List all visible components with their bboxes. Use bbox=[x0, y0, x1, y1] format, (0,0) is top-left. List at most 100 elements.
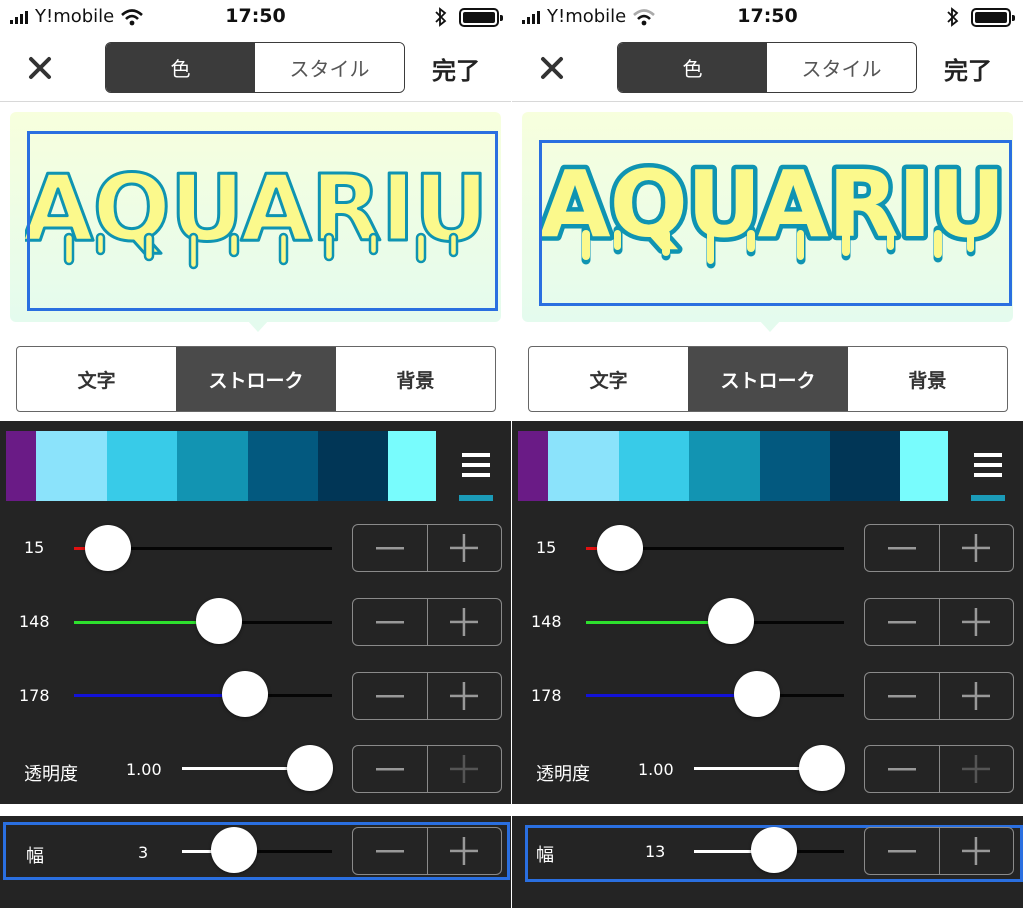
close-icon[interactable] bbox=[26, 54, 54, 82]
decrement-button[interactable] bbox=[353, 828, 428, 874]
tab-color[interactable]: 色 bbox=[618, 43, 767, 92]
nav-bar: 色 スタイル 完了 bbox=[0, 34, 511, 102]
done-button[interactable]: 完了 bbox=[944, 51, 992, 86]
red-value: 15 bbox=[536, 538, 557, 557]
swatch[interactable] bbox=[830, 431, 900, 501]
increment-button[interactable] bbox=[428, 525, 502, 571]
decrement-button[interactable] bbox=[353, 746, 428, 792]
swatch[interactable] bbox=[318, 431, 388, 501]
selection-frame bbox=[539, 140, 1012, 306]
tab-text[interactable]: 文字 bbox=[17, 347, 176, 411]
width-stepper bbox=[864, 827, 1014, 875]
width-stepper bbox=[352, 827, 502, 875]
blue-stepper bbox=[864, 672, 1014, 720]
swatch[interactable] bbox=[388, 431, 436, 501]
battery-icon bbox=[971, 8, 1015, 27]
swatch[interactable] bbox=[107, 431, 177, 501]
increment-button[interactable] bbox=[428, 599, 502, 645]
red-slider-thumb[interactable] bbox=[85, 525, 131, 571]
preview-pointer bbox=[247, 320, 269, 332]
swatch[interactable] bbox=[760, 431, 830, 501]
swatch[interactable] bbox=[518, 431, 548, 501]
increment-button[interactable] bbox=[428, 746, 502, 792]
hamburger-icon[interactable] bbox=[459, 453, 493, 501]
decrement-button[interactable] bbox=[865, 746, 940, 792]
minus-icon bbox=[375, 695, 404, 698]
blue-value: 178 bbox=[531, 686, 562, 705]
opacity-slider-thumb[interactable] bbox=[799, 745, 845, 791]
swatch[interactable] bbox=[6, 431, 36, 501]
decrement-button[interactable] bbox=[353, 673, 428, 719]
minus-icon bbox=[887, 621, 916, 624]
increment-button[interactable] bbox=[940, 746, 1014, 792]
decrement-button[interactable] bbox=[865, 673, 940, 719]
increment-button[interactable] bbox=[940, 525, 1014, 571]
swatch[interactable] bbox=[900, 431, 948, 501]
bluetooth-icon bbox=[435, 7, 447, 27]
screen-right: Y!mobile 17:50 色 スタイル 完了 AQUARIU 文字 ストロー… bbox=[512, 0, 1023, 908]
minus-icon bbox=[375, 621, 404, 624]
layer-tabs: 文字 ストローク 背景 bbox=[528, 346, 1008, 412]
increment-button[interactable] bbox=[940, 599, 1014, 645]
decrement-button[interactable] bbox=[865, 599, 940, 645]
screen-left: Y!mobile 17:50 色 スタイル 完了 AQUARIU 文字 ストロー… bbox=[0, 0, 511, 908]
tab-color[interactable]: 色 bbox=[106, 43, 255, 92]
width-slider-thumb[interactable] bbox=[211, 827, 257, 873]
width-slider-track[interactable] bbox=[182, 850, 332, 853]
blue-slider-thumb[interactable] bbox=[222, 671, 268, 717]
tab-background[interactable]: 背景 bbox=[848, 347, 1007, 411]
blue-value: 178 bbox=[19, 686, 50, 705]
swatch[interactable] bbox=[248, 431, 318, 501]
blue-slider-track[interactable] bbox=[586, 694, 844, 697]
red-slider-thumb[interactable] bbox=[597, 525, 643, 571]
plus-icon bbox=[962, 682, 991, 710]
green-value: 148 bbox=[19, 612, 50, 631]
divider bbox=[512, 804, 1023, 816]
tab-stroke[interactable]: ストローク bbox=[176, 347, 336, 411]
blue-slider-track[interactable] bbox=[74, 694, 332, 697]
opacity-label: 透明度 bbox=[24, 764, 78, 785]
blue-stepper bbox=[352, 672, 502, 720]
increment-button[interactable] bbox=[428, 673, 502, 719]
width-slider-thumb[interactable] bbox=[751, 827, 797, 873]
decrement-button[interactable] bbox=[865, 828, 940, 874]
width-label: 幅 bbox=[26, 846, 44, 867]
plus-icon bbox=[962, 534, 991, 562]
hamburger-icon[interactable] bbox=[971, 453, 1005, 501]
minus-icon bbox=[375, 850, 404, 853]
preview-pointer bbox=[759, 320, 781, 332]
decrement-button[interactable] bbox=[353, 599, 428, 645]
done-button[interactable]: 完了 bbox=[432, 51, 480, 86]
close-icon[interactable] bbox=[538, 54, 566, 82]
green-slider-thumb[interactable] bbox=[196, 598, 242, 644]
swatch[interactable] bbox=[36, 431, 107, 501]
increment-button[interactable] bbox=[428, 828, 502, 874]
plus-icon bbox=[962, 608, 991, 636]
mode-segmented-control: 色 スタイル bbox=[617, 42, 917, 93]
bluetooth-icon bbox=[947, 7, 959, 27]
decrement-button[interactable] bbox=[353, 525, 428, 571]
swatch[interactable] bbox=[548, 431, 619, 501]
swatch[interactable] bbox=[689, 431, 760, 501]
tab-style[interactable]: スタイル bbox=[255, 43, 404, 92]
mode-segmented-control: 色 スタイル bbox=[105, 42, 405, 93]
green-slider-thumb[interactable] bbox=[708, 598, 754, 644]
red-stepper bbox=[352, 524, 502, 572]
plus-icon bbox=[450, 755, 479, 783]
tab-stroke[interactable]: ストローク bbox=[688, 347, 848, 411]
decrement-button[interactable] bbox=[865, 525, 940, 571]
width-label: 幅 bbox=[536, 845, 554, 866]
opacity-slider-thumb[interactable] bbox=[287, 745, 333, 791]
swatch[interactable] bbox=[619, 431, 689, 501]
tab-text[interactable]: 文字 bbox=[529, 347, 688, 411]
increment-button[interactable] bbox=[940, 673, 1014, 719]
tab-style[interactable]: スタイル bbox=[767, 43, 916, 92]
tab-background[interactable]: 背景 bbox=[336, 347, 495, 411]
increment-button[interactable] bbox=[940, 828, 1014, 874]
swatch[interactable] bbox=[177, 431, 248, 501]
nav-bar: 色 スタイル 完了 bbox=[512, 34, 1023, 102]
blue-slider-thumb[interactable] bbox=[734, 671, 780, 717]
green-value: 148 bbox=[531, 612, 562, 631]
minus-icon bbox=[887, 695, 916, 698]
plus-icon bbox=[450, 837, 479, 865]
